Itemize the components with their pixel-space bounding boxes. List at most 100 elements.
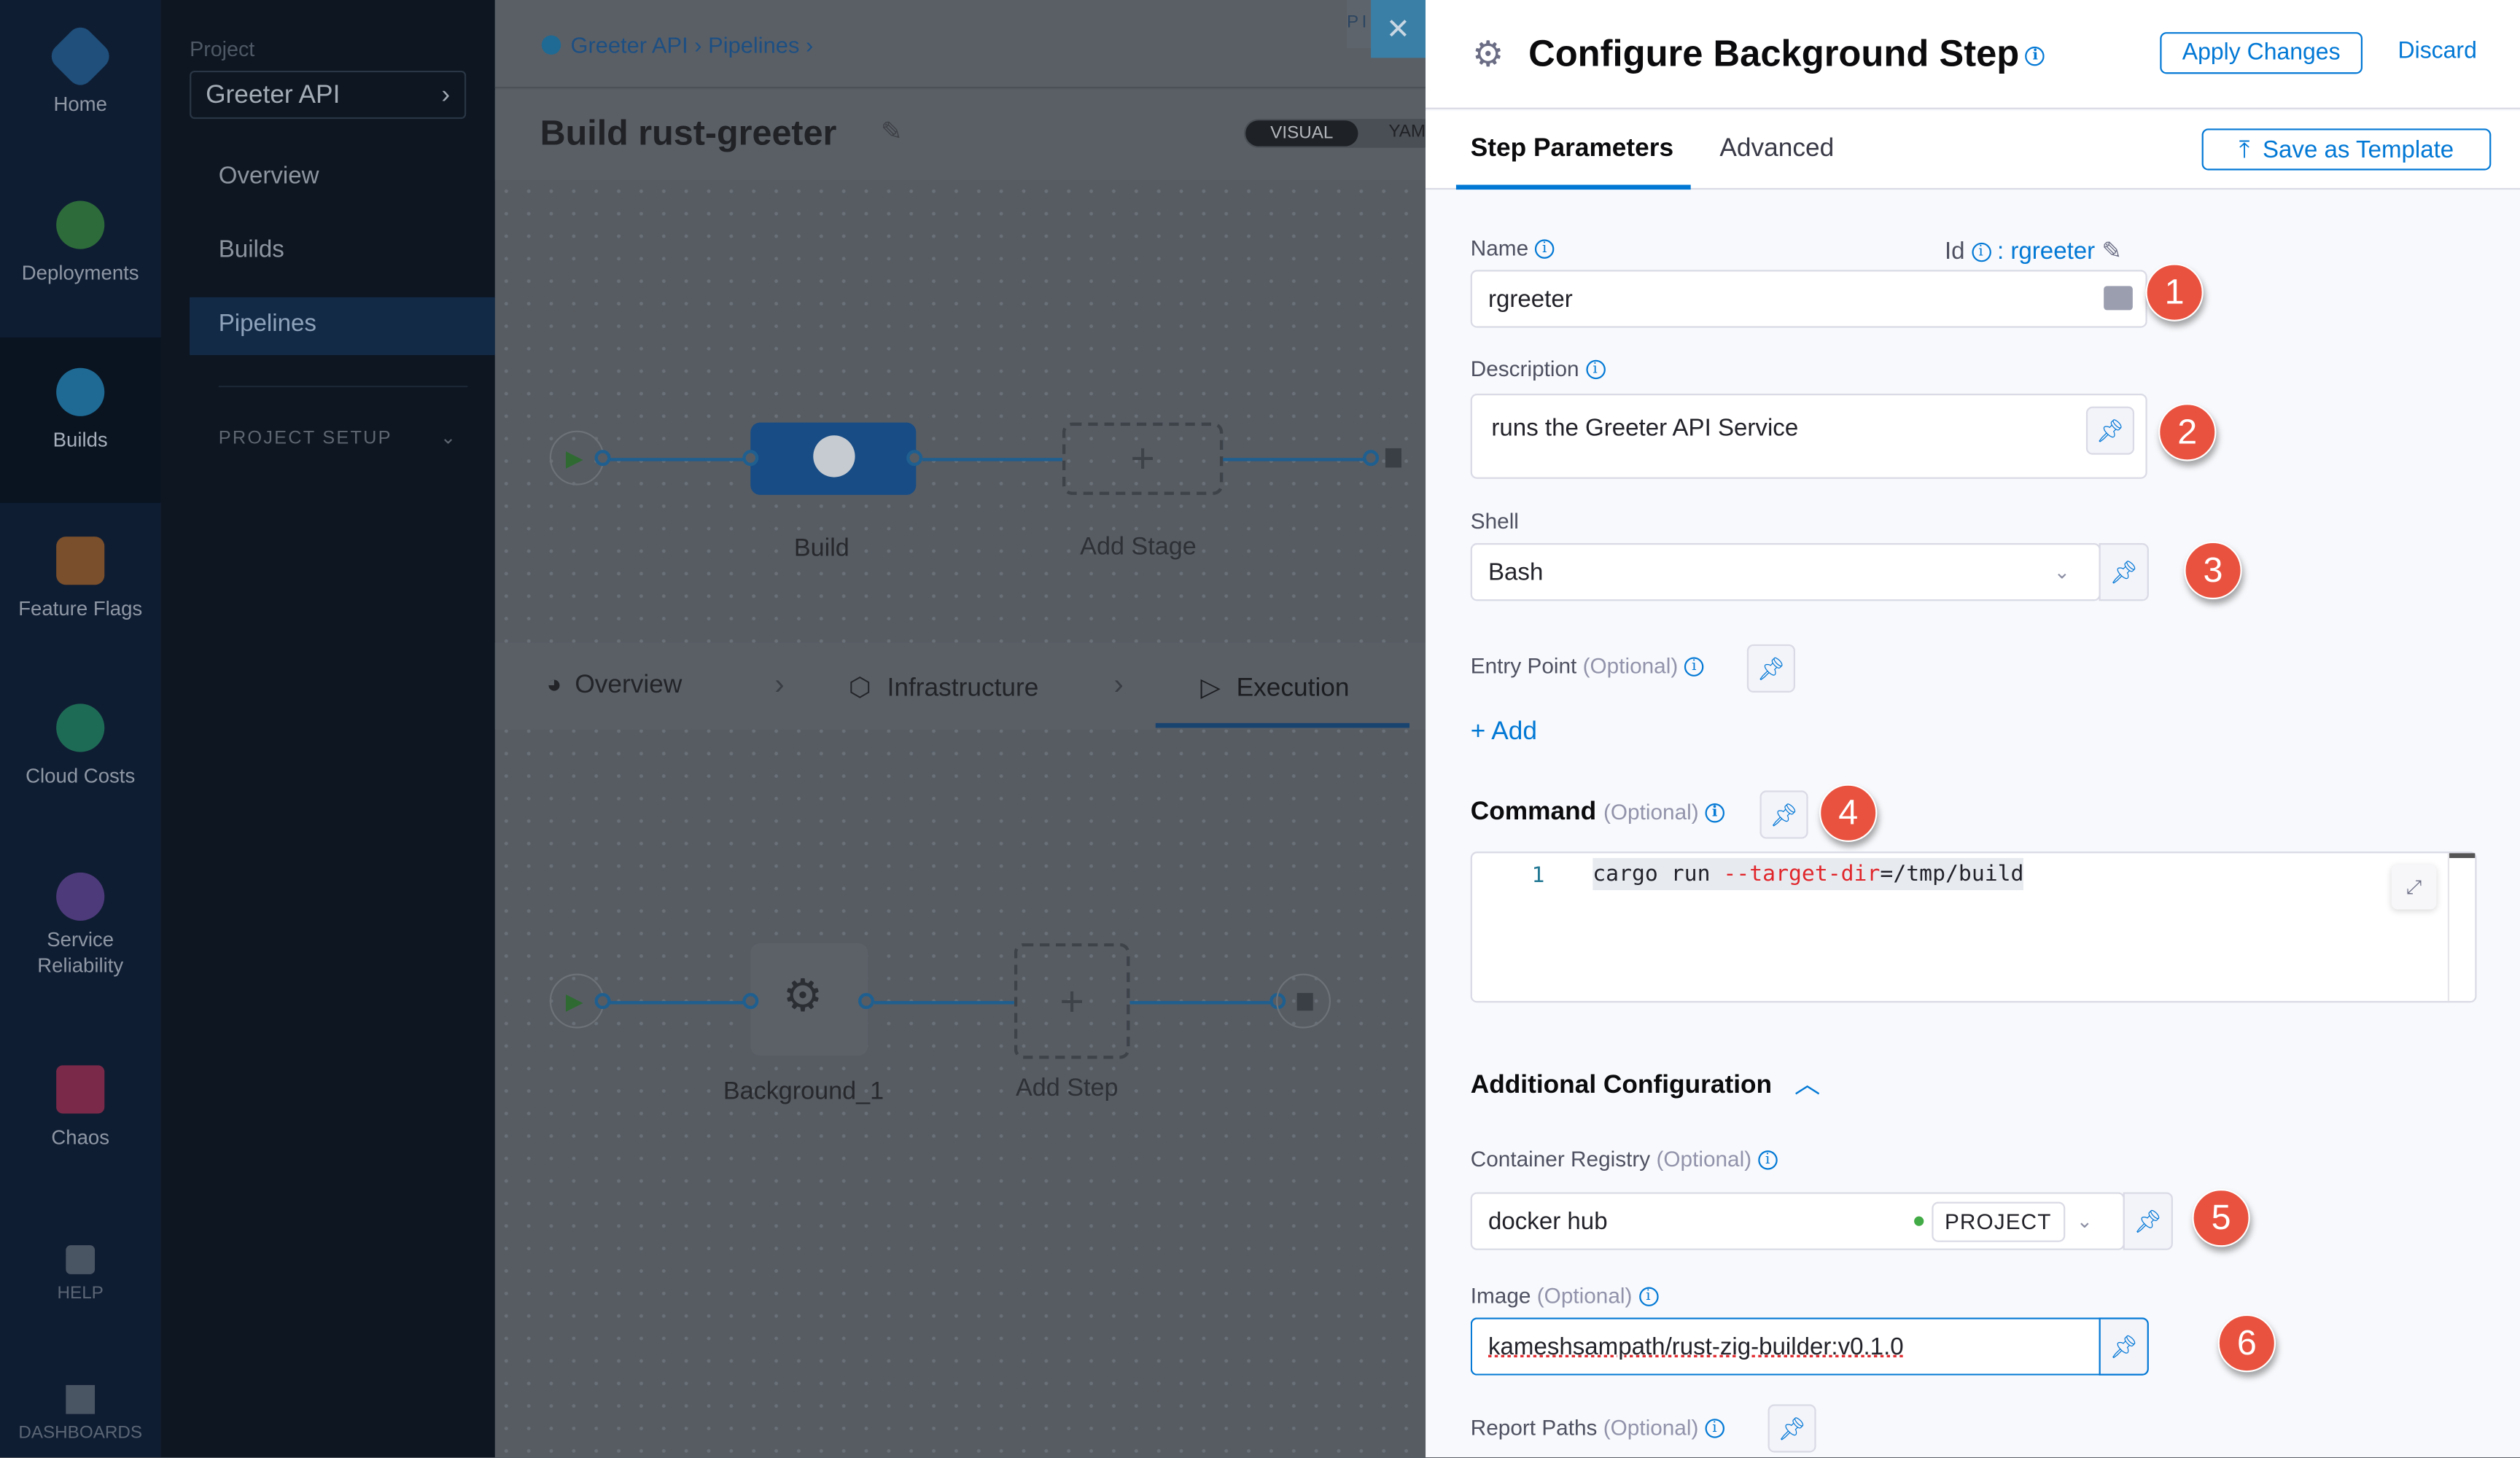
sidebar-item-builds[interactable]: Builds [219,236,284,263]
nav-feature-flags[interactable]: Feature Flags [0,537,160,620]
active-tab-indicator [1455,184,1691,190]
tab-label: Infrastructure [887,674,1039,703]
info-icon[interactable]: i [1585,360,1605,381]
tab-execution[interactable]: ▷ Execution [1200,671,1349,703]
expand-icon[interactable]: ⤢ [2391,864,2437,910]
visual-toggle[interactable]: VISUAL [1245,120,1358,147]
id-label: Id [1944,238,1965,265]
sidebar-item-overview[interactable]: Overview [219,163,319,190]
project-setup-toggle[interactable]: PROJECT SETUP ⌄ [219,426,458,448]
pin-icon[interactable]: 📌︎ [2099,1317,2149,1376]
container-registry-select[interactable]: docker hub PROJECT ⌄ [1470,1192,2125,1250]
step-background-1[interactable]: ⚙ [750,943,868,1056]
nav-label: Cloud Costs [26,765,136,788]
service-reliability-icon [56,872,105,921]
nav-home[interactable]: Home [0,22,160,116]
tab-advanced[interactable]: Advanced [1719,135,1834,164]
apply-changes-button[interactable]: Apply Changes [2160,32,2363,74]
help-icon [66,1245,96,1274]
pin-icon[interactable]: 📌︎ [2099,542,2149,601]
scrollbar[interactable] [2447,853,2450,1002]
additional-config-toggle[interactable]: Additional Configuration ︿ [1471,1062,1820,1101]
annotation-badge: 5 [2192,1189,2250,1247]
chaos-icon [56,1065,105,1114]
info-icon[interactable]: i [1638,1287,1658,1307]
image-value: kameshsampath/rust-zig-builder:v0.1.0 [1488,1333,1904,1360]
stage-label: Build [793,534,849,563]
chevron-right-icon: › [774,668,785,701]
report-paths-label: Report Paths (Optional) i [1471,1416,1724,1440]
view-toggle[interactable]: VISUAL YAML [1243,119,1437,148]
tab-step-parameters[interactable]: Step Parameters [1471,135,1673,164]
annotation-badge: 6 [2217,1314,2276,1373]
tab-infrastructure[interactable]: ⬡ Infrastructure [849,671,1039,703]
info-icon[interactable]: i [1971,242,1991,262]
name-label: Name i [1471,236,1555,260]
scrollbar-thumb[interactable] [2449,853,2476,858]
nav-service-reliability[interactable]: Service Reliability [0,872,160,978]
save-as-template-button[interactable]: ⤒ Save as Template [2201,128,2492,171]
registry-value: docker hub [1488,1207,1608,1235]
close-button[interactable]: ✕ [1371,0,1426,58]
nav-label: Builds [52,429,108,452]
breadcrumb-greeter-api[interactable]: Greeter API [570,32,688,58]
pin-icon[interactable]: 📌︎ [1746,644,1795,693]
nav-help[interactable]: HELP [0,1245,160,1303]
image-input[interactable]: kameshsampath/rust-zig-builder:v0.1.0 [1470,1317,2101,1376]
chevron-right-icon: › [1113,668,1124,701]
breadcrumb-pipelines[interactable]: Pipelines [708,32,799,58]
name-input[interactable]: rgreeter [1470,270,2147,328]
pin-icon[interactable]: 📌︎ [2123,1192,2173,1250]
info-icon[interactable]: i [1684,658,1704,677]
stage-label: Add Stage [1080,533,1197,561]
nav-label: Home [53,93,107,116]
command-editor[interactable]: 1 cargo run --target-dir=/tmp/build ⤢ [1470,851,2477,1003]
stage-build[interactable] [750,422,917,495]
annotation-badge: 3 [2184,541,2242,600]
connector [1129,1001,1278,1005]
pin-icon[interactable]: 📌︎ [2085,406,2135,455]
shell-value: Bash [1488,558,1544,586]
shell-select[interactable]: Bash ⌄ [1470,542,2101,601]
edit-id-icon[interactable]: ✎ [2101,238,2122,265]
nav-deployments[interactable]: Deployments [0,200,160,284]
id-card-icon[interactable] [2104,286,2133,311]
dashboards-icon [66,1384,96,1414]
add-entry-point-button[interactable]: + Add [1471,718,1537,747]
nav-label: HELP [57,1284,104,1303]
section-title: Additional Configuration [1470,1072,1773,1099]
nav-cloud-costs[interactable]: Cloud Costs [0,703,160,787]
info-icon[interactable]: i [1757,1151,1778,1171]
pin-icon[interactable]: 📌︎ [1759,790,1808,839]
code-token: --target-dir [1723,861,1881,887]
info-icon[interactable]: i [1705,1419,1724,1439]
nav-dashboards[interactable]: DASHBOARDS [0,1384,160,1443]
tab-overview[interactable]: ◕ Overview [546,671,682,701]
nav-builds[interactable]: Builds [0,367,160,452]
connector [1223,458,1372,461]
info-icon[interactable]: i [1534,240,1555,260]
line-number: 1 [1531,862,1545,889]
nav-chaos[interactable]: Chaos [0,1065,160,1149]
chevron-down-icon: ⌄ [2053,561,2070,584]
pin-icon[interactable]: 📌︎ [1768,1404,1816,1453]
add-stage-button[interactable]: + [1062,422,1224,495]
container-registry-label: Container Registry (Optional) i [1471,1147,1778,1172]
info-icon[interactable]: i [1705,803,1724,822]
port [858,993,875,1010]
description-textarea[interactable]: runs the Greeter API Service [1470,394,2147,479]
chevron-up-icon: ︿ [1794,1072,1821,1099]
nav-label: Chaos [51,1126,110,1149]
description-label: Description i [1471,356,1605,381]
edit-icon[interactable]: ✎ [881,116,903,148]
end-node [1276,973,1331,1029]
label-text: Description [1470,356,1579,381]
label-text: Report Paths [1470,1415,1598,1440]
code-line: cargo run --target-dir=/tmp/build [1592,857,2024,891]
discard-button[interactable]: Discard [2398,39,2477,64]
label-text: Name [1470,236,1529,261]
info-icon[interactable]: i [2026,46,2045,66]
builds-icon [541,35,561,55]
project-selector[interactable]: Greeter API › [190,70,467,120]
add-step-button[interactable]: + [1014,943,1130,1059]
